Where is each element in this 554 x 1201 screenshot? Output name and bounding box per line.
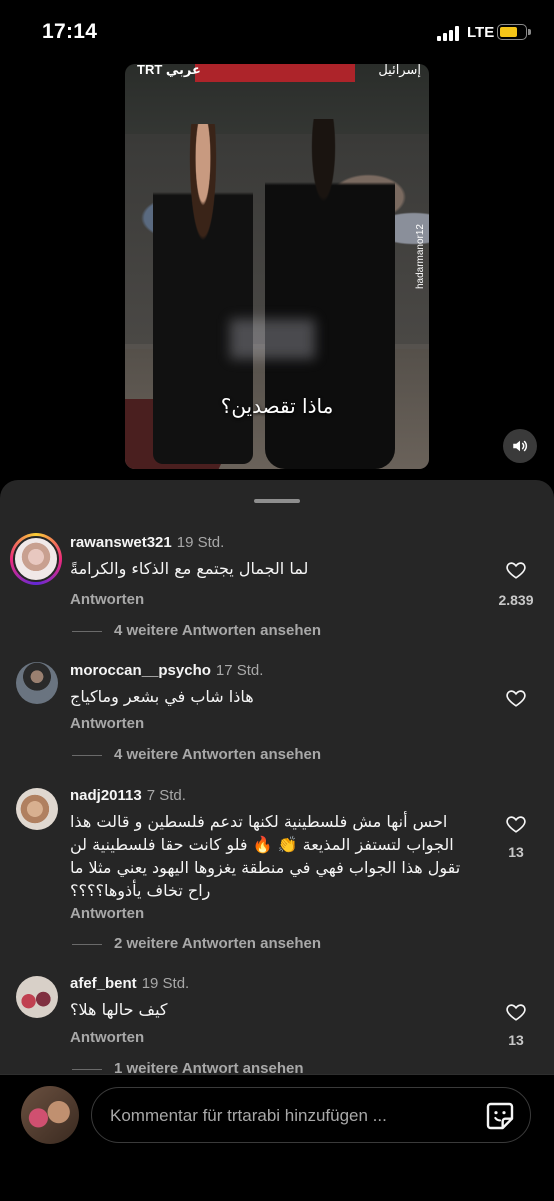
view-replies-button[interactable]: 4 weitere Antworten ansehen <box>72 746 321 763</box>
like-count: 13 <box>508 844 524 860</box>
avatar[interactable] <box>16 976 58 1018</box>
comment-age: 19 Std. <box>176 534 225 551</box>
avatar[interactable] <box>16 788 58 830</box>
drag-handle[interactable] <box>254 499 300 503</box>
comment-composer <box>0 1074 554 1201</box>
comment-age: 7 Std. <box>146 787 186 804</box>
comment-text: لما الجمال يجتمع مع الذكاء والكرامةً <box>70 559 309 578</box>
comment-age: 19 Std. <box>141 975 190 992</box>
network-type: LTE <box>467 24 495 41</box>
speaker-icon <box>513 440 528 452</box>
avatar[interactable] <box>10 533 62 585</box>
channel-logo: TRT عربي <box>137 64 201 77</box>
reply-button[interactable]: Antworten <box>70 715 144 732</box>
reply-button[interactable]: Antworten <box>70 591 144 608</box>
mute-button[interactable] <box>503 429 537 463</box>
comment-username[interactable]: afef_bent <box>70 975 137 992</box>
heart-icon[interactable] <box>505 813 527 835</box>
video-caption: ماذا تقصدين؟ <box>220 394 334 418</box>
comment-text: احس أنها مش فلسطينية لكنها تدعم فلسطين و… <box>70 812 461 900</box>
comment-username[interactable]: nadj20113 <box>70 787 142 804</box>
reply-button[interactable]: Antworten <box>70 905 144 922</box>
location-label: إسرائيل <box>378 64 421 77</box>
like-count: 2.839 <box>498 592 534 608</box>
video-watermark: hadarmanor12 <box>415 224 426 290</box>
view-replies-button[interactable]: 2 weitere Antworten ansehen <box>72 935 321 952</box>
comment-username[interactable]: moroccan__psycho <box>70 662 211 679</box>
status-bar: 17:14 LTE <box>0 0 554 66</box>
signal-icon <box>437 25 463 41</box>
heart-icon[interactable] <box>505 687 527 709</box>
avatar[interactable] <box>16 662 58 704</box>
comment-input[interactable] <box>108 1088 472 1144</box>
comment-text: هاذا شاب في بشعر وماكياج <box>70 687 254 706</box>
clock: 17:14 <box>42 20 98 43</box>
heart-icon[interactable] <box>505 1001 527 1023</box>
view-replies-button[interactable]: 4 weitere Antworten ansehen <box>72 622 321 639</box>
comment-text: كيف حالها هلا؟ <box>70 1000 168 1019</box>
comment-age: 17 Std. <box>215 662 264 679</box>
comment-input-box <box>91 1087 531 1144</box>
reply-button[interactable]: Antworten <box>70 1029 144 1046</box>
sticker-icon[interactable] <box>484 1100 516 1132</box>
reel-video[interactable]: TRT عربي إسرائيل hadarmanor12 ماذا تقصدي… <box>125 64 429 469</box>
own-avatar <box>21 1086 79 1144</box>
heart-icon[interactable] <box>505 559 527 581</box>
comment-username[interactable]: rawanswet321 <box>70 534 172 551</box>
like-count: 13 <box>508 1032 524 1048</box>
battery-icon <box>497 24 531 40</box>
